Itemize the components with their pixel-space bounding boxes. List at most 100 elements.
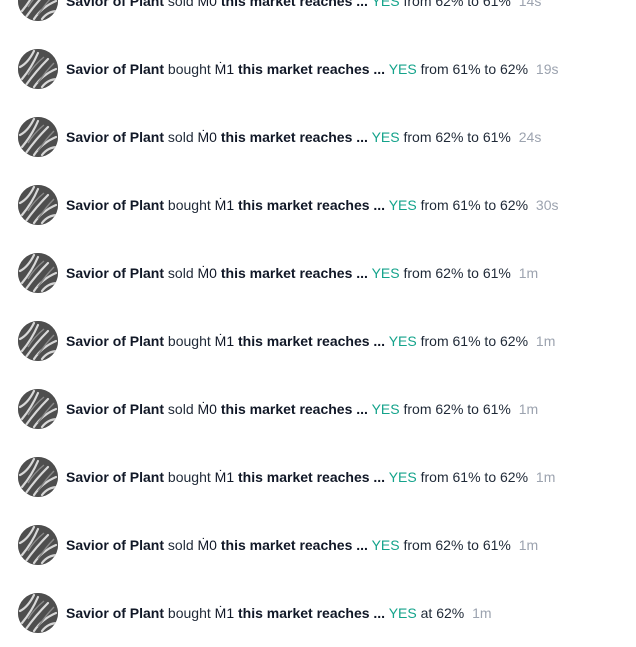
user-name[interactable]: Savior of Plant [66,605,164,621]
feed-item: Savior of Plant sold Ṁ0 this market reac… [0,375,636,443]
plant-avatar-icon[interactable] [18,49,58,89]
user-name[interactable]: Savior of Plant [66,333,164,349]
probability-change: from 61% to 62% [420,61,529,77]
outcome-label: YES [388,197,417,213]
mana-currency-icon: Ṁ [197,265,210,281]
timestamp: 1m [518,265,539,281]
trade-action: bought [167,197,211,213]
trade-action: sold [167,401,194,417]
user-name[interactable]: Savior of Plant [66,197,164,213]
trade-action: bought [167,605,211,621]
feed-item-text: Savior of Plant sold Ṁ0 this market reac… [66,127,541,147]
trade-amount: Ṁ0 [197,129,217,145]
probability-change: from 61% to 62% [420,469,529,485]
mana-currency-icon: Ṁ [197,129,210,145]
user-name[interactable]: Savior of Plant [66,265,164,281]
timestamp: 1m [472,605,492,621]
plant-avatar-icon[interactable] [18,593,58,633]
outcome-label: YES [371,129,400,145]
market-title-link[interactable]: this market reaches ... [238,469,385,485]
mana-currency-icon: Ṁ [214,469,227,485]
mana-currency-icon: Ṁ [197,537,210,553]
timestamp: 1m [518,537,539,553]
outcome-label: YES [371,401,400,417]
outcome-label: YES [371,0,400,9]
trade-action: sold [167,129,194,145]
feed-item: Savior of Plant sold Ṁ0 this market reac… [0,0,636,35]
feed-item-text: Savior of Plant bought Ṁ1 this market re… [66,59,558,79]
outcome-label: YES [388,333,417,349]
user-name[interactable]: Savior of Plant [66,129,164,145]
market-title-link[interactable]: this market reaches ... [221,129,368,145]
plant-avatar-icon[interactable] [18,525,58,565]
feed-item-text: Savior of Plant sold Ṁ0 this market reac… [66,0,541,11]
timestamp: 1m [535,333,556,349]
outcome-label: YES [388,605,417,621]
probability-change: from 62% to 61% [403,0,511,9]
timestamp: 19s [535,61,559,77]
plant-avatar-icon[interactable] [18,321,58,361]
mana-currency-icon: Ṁ [214,333,227,349]
feed-item: Savior of Plant bought Ṁ1 this market re… [0,579,636,647]
mana-currency-icon: Ṁ [214,61,227,77]
user-name[interactable]: Savior of Plant [66,0,164,9]
trade-amount: Ṁ1 [214,197,235,213]
plant-avatar-icon[interactable] [18,389,58,429]
user-name[interactable]: Savior of Plant [66,537,164,553]
market-title-link[interactable]: this market reaches ... [238,197,385,213]
trade-amount: Ṁ0 [197,537,217,553]
trade-amount: Ṁ1 [214,605,235,621]
plant-avatar-icon[interactable] [18,117,58,157]
market-title-link[interactable]: this market reaches ... [221,401,368,417]
plant-avatar-icon[interactable] [18,185,58,225]
trade-amount: Ṁ1 [214,61,235,77]
market-title-link[interactable]: this market reaches ... [221,537,368,553]
trade-amount: Ṁ0 [197,401,217,417]
feed-item-text: Savior of Plant sold Ṁ0 this market reac… [66,399,538,419]
mana-currency-icon: Ṁ [214,605,227,621]
trade-amount: Ṁ0 [197,265,217,281]
trade-action: bought [167,333,211,349]
probability-change: at 62% [420,605,465,621]
probability-change: from 62% to 61% [403,129,511,145]
market-title-link[interactable]: this market reaches ... [238,61,385,77]
probability-change: from 62% to 61% [403,401,511,417]
activity-feed: Savior of Plant sold Ṁ0 this market reac… [0,0,636,647]
user-name[interactable]: Savior of Plant [66,469,164,485]
trade-amount: Ṁ1 [214,333,235,349]
mana-currency-icon: Ṁ [197,401,210,417]
probability-change: from 62% to 61% [403,537,511,553]
probability-change: from 61% to 62% [420,333,529,349]
timestamp: 24s [518,129,542,145]
outcome-label: YES [388,469,417,485]
feed-item: Savior of Plant sold Ṁ0 this market reac… [0,239,636,307]
feed-item-text: Savior of Plant bought Ṁ1 this market re… [66,331,555,351]
trade-amount: Ṁ1 [214,469,235,485]
market-title-link[interactable]: this market reaches ... [221,265,368,281]
feed-item: Savior of Plant sold Ṁ0 this market reac… [0,103,636,171]
plant-avatar-icon[interactable] [18,0,58,21]
outcome-label: YES [371,265,400,281]
feed-item: Savior of Plant bought Ṁ1 this market re… [0,443,636,511]
feed-item-text: Savior of Plant bought Ṁ1 this market re… [66,467,555,487]
plant-avatar-icon[interactable] [18,457,58,497]
feed-item: Savior of Plant bought Ṁ1 this market re… [0,171,636,239]
timestamp: 1m [518,401,539,417]
plant-avatar-icon[interactable] [18,253,58,293]
market-title-link[interactable]: this market reaches ... [238,605,385,621]
trade-action: bought [167,469,211,485]
feed-item: Savior of Plant bought Ṁ1 this market re… [0,307,636,375]
trade-action: bought [167,61,211,77]
trade-action: sold [167,537,194,553]
feed-item-text: Savior of Plant sold Ṁ0 this market reac… [66,535,538,555]
market-title-link[interactable]: this market reaches ... [238,333,385,349]
mana-currency-icon: Ṁ [197,0,210,9]
probability-change: from 61% to 62% [420,197,529,213]
market-title-link[interactable]: this market reaches ... [221,0,368,9]
feed-item: Savior of Plant sold Ṁ0 this market reac… [0,511,636,579]
trade-action: sold [167,265,194,281]
timestamp: 1m [535,469,556,485]
user-name[interactable]: Savior of Plant [66,401,164,417]
user-name[interactable]: Savior of Plant [66,61,164,77]
feed-item: Savior of Plant bought Ṁ1 this market re… [0,35,636,103]
